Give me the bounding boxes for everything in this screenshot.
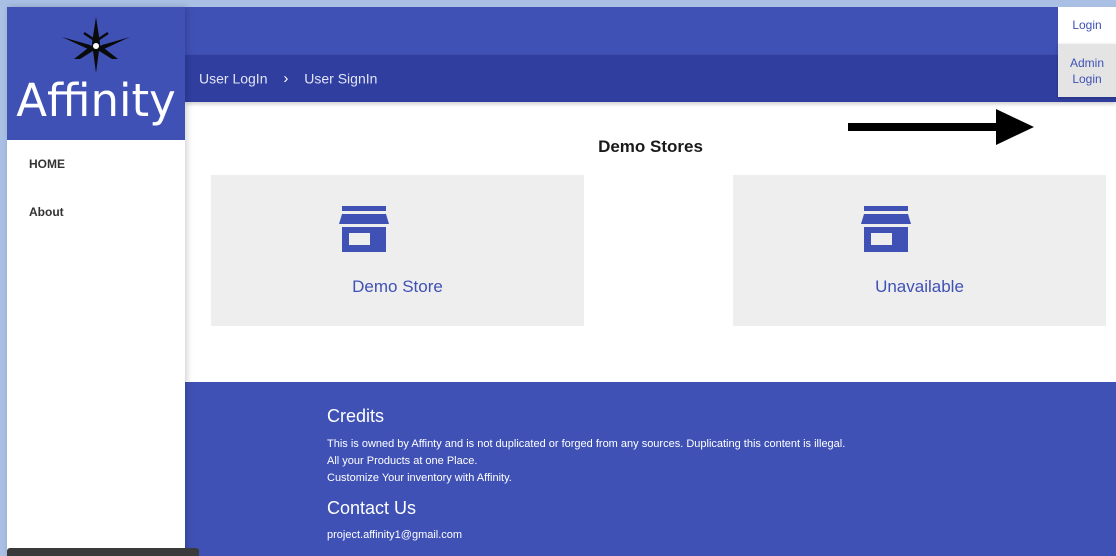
- chevron-right-icon: ›: [283, 69, 289, 87]
- login-menu-item[interactable]: Login: [1058, 7, 1116, 44]
- sidebar-item-home[interactable]: HOME: [29, 157, 65, 171]
- footer: Credits This is owned by Affinty and is …: [185, 382, 1116, 556]
- store-card-unavailable[interactable]: Unavailable: [733, 175, 1106, 326]
- contact-email[interactable]: project.affinity1@gmail.com: [327, 529, 462, 541]
- store-card-label: Unavailable: [875, 277, 964, 296]
- brand-logo[interactable]: Affinity: [7, 7, 185, 140]
- sidebar: Affinity HOME About: [7, 7, 185, 556]
- store-card-demo[interactable]: Demo Store: [211, 175, 584, 326]
- store-card-label: Demo Store: [352, 277, 443, 296]
- breadcrumb-user-signin[interactable]: User SignIn: [304, 70, 377, 86]
- main-area: User LogIn › User SignIn Login Admin Log…: [185, 7, 1116, 556]
- browser-status-bar: [7, 548, 199, 556]
- credits-line: This is owned by Affinty and is not dupl…: [327, 438, 846, 450]
- credits-line: All your Products at one Place.: [327, 455, 478, 467]
- breadcrumb-user-login[interactable]: User LogIn: [199, 70, 267, 86]
- credits-line: Customize Your inventory with Affinity.: [327, 472, 512, 484]
- sidebar-item-about[interactable]: About: [29, 205, 64, 219]
- store-icon: [339, 206, 389, 252]
- admin-login-line1: Admin: [1069, 56, 1104, 70]
- credits-title: Credits: [327, 406, 385, 426]
- compass-star-icon: [62, 17, 130, 73]
- admin-login-menu-item[interactable]: Admin Login: [1058, 44, 1116, 97]
- breadcrumb-bar: User LogIn › User SignIn: [185, 55, 1116, 145]
- section-title: Demo Stores: [598, 137, 703, 156]
- top-app-bar: [185, 7, 1116, 55]
- contact-title: Contact Us: [327, 498, 417, 518]
- store-icon: [861, 206, 911, 252]
- admin-login-line2: Login: [1072, 72, 1102, 86]
- breadcrumb: User LogIn › User SignIn: [199, 69, 377, 87]
- brand-name: Affinity: [16, 74, 176, 127]
